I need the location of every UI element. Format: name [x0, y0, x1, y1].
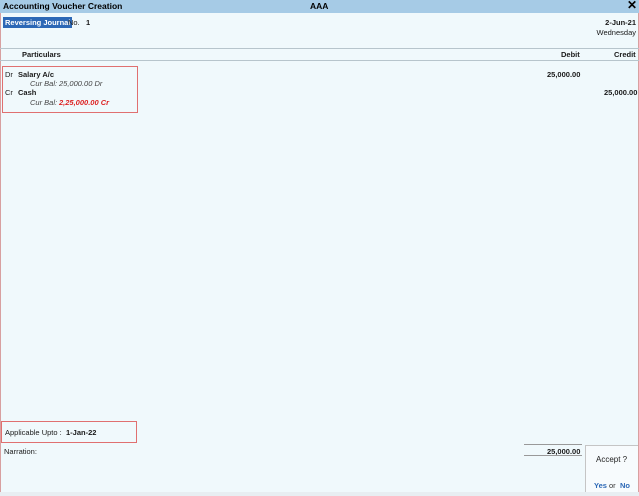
title-bar: Accounting Voucher Creation AAA ✕: [0, 0, 639, 13]
bottom-strip: [0, 492, 639, 496]
accept-yes-button[interactable]: Yes: [594, 481, 607, 490]
voucher-no-value[interactable]: 1: [86, 18, 90, 27]
total-divider-top: [524, 444, 582, 445]
voucher-date[interactable]: 2-Jun-21: [605, 18, 636, 27]
column-header-row: Particulars Debit Credit: [0, 48, 639, 61]
entry-curbal-label: Cur Bal:: [30, 79, 58, 88]
entry-credit-amount[interactable]: 25,000.00: [604, 88, 637, 97]
voucher-type-badge[interactable]: Reversing Journal: [3, 17, 73, 28]
entry-ledger[interactable]: Salary A/c: [18, 70, 54, 79]
accept-or-text: or: [609, 481, 616, 490]
entry-curbal-value: 25,000.00 Dr: [59, 79, 103, 88]
entry-curbal-value: 2,25,000.00 Cr: [59, 98, 110, 107]
narration-label: Narration:: [4, 447, 37, 456]
entry-debit-amount[interactable]: 25,000.00: [547, 70, 580, 79]
column-credit: Credit: [614, 50, 636, 59]
entry-curbal-label: Cur Bal:: [30, 98, 58, 107]
accept-question: Accept ?: [596, 455, 628, 464]
accept-dialog: Accept ? Yes or No: [585, 445, 638, 494]
voucher-day: Wednesday: [596, 28, 636, 37]
window-title: Accounting Voucher Creation: [3, 1, 123, 11]
entry-drcr[interactable]: Cr: [5, 88, 13, 97]
close-icon[interactable]: ✕: [627, 0, 637, 12]
applicable-upto-label: Applicable Upto :: [5, 428, 62, 437]
entry-ledger[interactable]: Cash: [18, 88, 36, 97]
accept-no-button[interactable]: No: [620, 481, 630, 490]
total-divider-bottom: [524, 455, 582, 456]
column-debit: Debit: [561, 50, 580, 59]
entry-drcr[interactable]: Dr: [5, 70, 13, 79]
voucher-no-label: No.: [68, 18, 80, 27]
applicable-upto-value[interactable]: 1-Jan-22: [66, 428, 96, 437]
company-name: AAA: [310, 1, 329, 11]
column-particulars: Particulars: [22, 50, 61, 59]
